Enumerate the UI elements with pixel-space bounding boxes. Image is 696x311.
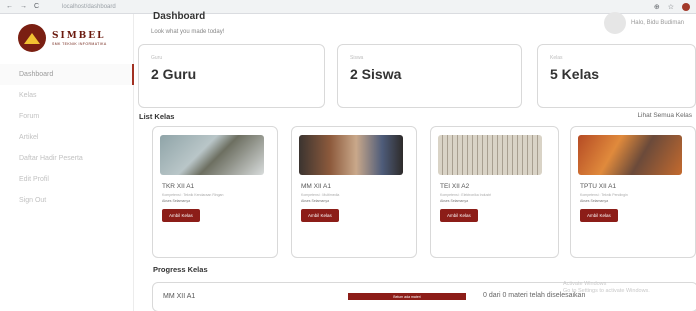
stat-label: Siswa — [350, 55, 364, 61]
sidebar-item-forum[interactable]: Forum — [0, 106, 134, 127]
class-thumbnail — [578, 135, 682, 175]
address-bar[interactable]: localhost/dashboard — [62, 4, 116, 10]
class-thumbnail — [160, 135, 264, 175]
sidebar-item-kelas[interactable]: Kelas — [0, 85, 134, 106]
browser-nav: ← → C — [0, 3, 58, 10]
see-all-kelas-link[interactable]: Lihat Semua Kelas — [637, 112, 692, 119]
class-meta: Kompetensi : Teknik Pendingin — [580, 193, 628, 197]
class-name: TPTU XII A1 — [580, 183, 617, 190]
class-card: TKR XII A1 Kompetensi : Teknik Kendaraan… — [152, 126, 278, 258]
class-access: Akses Selamanya — [440, 198, 469, 203]
logo[interactable]: SIMBEL SMK TEKNIK INFORMATIKA — [18, 24, 107, 52]
class-thumbnail — [438, 135, 542, 175]
logo-brand: SIMBEL — [52, 30, 106, 41]
class-card: TEI XII A2 Kompetensi : Elektronika Indu… — [430, 126, 559, 258]
sidebar-item-sign-out[interactable]: Sign Out — [0, 190, 134, 211]
watermark-line-1: Activate Windows — [563, 281, 607, 287]
ambil-kelas-button[interactable]: Ambil Kelas — [580, 208, 618, 222]
class-name: MM XII A1 — [301, 183, 331, 190]
sidebar: SIMBEL SMK TEKNIK INFORMATIKA Dashboard … — [0, 14, 134, 311]
stat-label: Kelas — [550, 55, 563, 61]
progress-kelas-heading: Progress Kelas — [153, 265, 208, 274]
stat-card-guru: Guru 2 Guru — [138, 44, 325, 108]
class-name: TKR XII A1 — [162, 183, 195, 190]
class-name: TEI XII A2 — [440, 183, 470, 190]
sidebar-item-dashboard[interactable]: Dashboard — [0, 64, 134, 85]
stat-value: 5 Kelas — [550, 66, 600, 82]
avatar[interactable] — [603, 12, 626, 34]
progress-class-name: MM XII A1 — [163, 293, 196, 300]
class-access: Akses Selamanya — [162, 198, 191, 203]
sidebar-item-edit-profil[interactable]: Edit Profil — [0, 169, 134, 190]
class-card: MM XII A1 Kompetensi : Multimedia Akses … — [291, 126, 417, 258]
logo-tagline: SMK TEKNIK INFORMATIKA — [52, 41, 107, 46]
sidebar-item-daftar-hadir[interactable]: Daftar Hadir Peserta — [0, 148, 134, 169]
ambil-kelas-button[interactable]: Ambil Kelas — [440, 208, 478, 222]
user-greeting: Halo, Bidu Budiman — [630, 20, 684, 26]
class-meta: Kompetensi : Multimedia — [301, 193, 340, 197]
sidebar-menu: Dashboard Kelas Forum Artikel Daftar Had… — [0, 64, 134, 211]
watermark-line-2: Go to Settings to activate Windows. — [563, 288, 650, 294]
progress-bar-label: Belum ada materi — [393, 294, 421, 299]
back-icon[interactable]: ← — [6, 3, 13, 10]
class-card: TPTU XII A1 Kompetensi : Teknik Pendingi… — [570, 126, 696, 258]
forward-icon[interactable]: → — [20, 3, 27, 10]
reload-icon[interactable]: C — [34, 3, 39, 10]
user-menu[interactable]: Halo, Bidu Budiman — [603, 12, 684, 34]
sidebar-item-artikel[interactable]: Artikel — [0, 127, 134, 148]
class-access: Akses Selamanya — [301, 198, 330, 203]
browser-actions: ⊕ ☆ — [654, 2, 696, 11]
activate-windows-watermark: Activate Windows Go to Settings to activ… — [563, 281, 693, 295]
ambil-kelas-button[interactable]: Ambil Kelas — [301, 208, 339, 222]
stat-card-kelas: Kelas 5 Kelas — [537, 44, 696, 108]
page-subtitle: Look what you made today! — [151, 29, 225, 35]
extension-icon[interactable]: ⊕ — [654, 3, 660, 11]
class-meta: Kompetensi : Elektronika Industri — [440, 193, 492, 197]
browser-toolbar: ← → C localhost/dashboard ⊕ ☆ — [0, 0, 696, 14]
logo-emblem-icon — [18, 24, 46, 52]
ambil-kelas-button[interactable]: Ambil Kelas — [162, 208, 200, 222]
stat-value: 2 Siswa — [350, 66, 402, 82]
profile-icon[interactable] — [682, 2, 690, 11]
stat-label: Guru — [151, 55, 163, 61]
class-access: Akses Selamanya — [580, 198, 609, 203]
page-title: Dashboard — [153, 11, 206, 22]
star-icon[interactable]: ☆ — [668, 3, 674, 11]
class-meta: Kompetensi : Teknik Kendaraan Ringan — [162, 193, 224, 197]
list-kelas-heading: List Kelas — [139, 112, 175, 121]
stat-card-siswa: Siswa 2 Siswa — [337, 44, 522, 108]
main-content: Dashboard Look what you made today! Halo… — [135, 11, 696, 311]
stat-value: 2 Guru — [151, 66, 197, 82]
progress-bar: Belum ada materi — [348, 293, 466, 300]
class-thumbnail — [299, 135, 403, 175]
